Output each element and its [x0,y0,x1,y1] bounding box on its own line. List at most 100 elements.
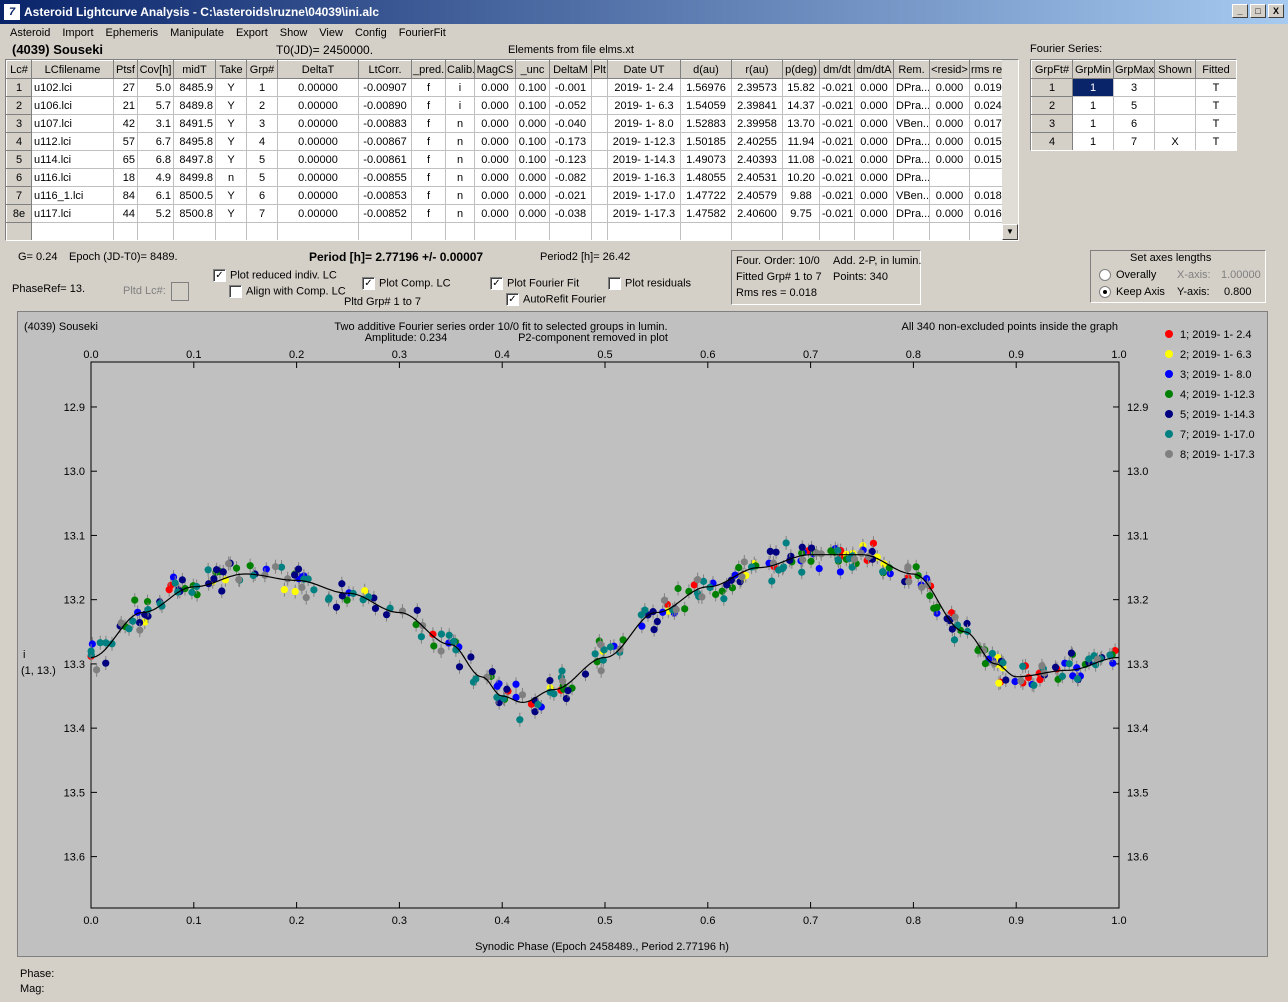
lc-table-cell[interactable]: n [445,186,475,205]
lc-table-cell[interactable]: 1.48055 [680,168,732,187]
lc-table-cell[interactable]: Y [215,78,247,97]
lc-table-cell[interactable]: 7 [6,186,32,205]
lc-table-cell[interactable]: 3 [246,114,278,133]
lc-table-cell[interactable]: 2 [246,96,278,115]
lc-table-cell[interactable] [893,222,930,240]
lc-table-cell[interactable]: -0.021 [819,204,855,223]
ft-table-cell[interactable] [1154,96,1196,115]
lc-col-header[interactable]: _unc [515,60,550,79]
lc-table-cell[interactable]: -0.021 [819,150,855,169]
lc-table-cell[interactable]: -0.052 [549,96,592,115]
ft-table-cell[interactable]: 2 [1031,96,1073,115]
lc-table-cell[interactable]: f [411,150,446,169]
lc-table-cell[interactable]: -0.021 [819,114,855,133]
plot-comp-checkbox[interactable]: ✓ Plot Comp. LC [362,277,451,290]
lc-col-header[interactable]: LCfilename [31,60,114,79]
lc-table-cell[interactable]: 0.000 [515,114,550,133]
lc-table-cell[interactable]: 0.019 [969,78,1007,97]
lc-table-cell[interactable] [31,222,114,240]
lc-table-cell[interactable]: f [411,204,446,223]
lc-col-header[interactable]: Plt [591,60,608,79]
lc-table-cell[interactable]: f [411,168,446,187]
menu-config[interactable]: Config [349,27,393,39]
lc-table-cell[interactable]: 5 [246,150,278,169]
lc-table-cell[interactable]: 0.000 [929,204,970,223]
lc-table-cell[interactable]: 0.100 [515,96,550,115]
menu-fourierfit[interactable]: FourierFit [393,27,452,39]
lc-table-cell[interactable]: u116.lci [31,168,114,187]
lc-table-cell[interactable]: i [445,96,475,115]
lc-table-cell[interactable]: 1.52883 [680,114,732,133]
ft-table-cell[interactable]: 4 [1031,132,1073,150]
lc-table-cell[interactable]: 5.2 [137,204,174,223]
lc-table-cell[interactable] [969,222,1007,240]
lc-table-cell[interactable]: -0.021 [819,168,855,187]
lc-col-header[interactable]: midT [173,60,216,79]
plot-fourier-checkbox[interactable]: ✓ Plot Fourier Fit [490,277,579,290]
lc-table-cell[interactable]: 2.40579 [731,186,783,205]
lc-table-cell[interactable]: -0.00855 [358,168,412,187]
lc-table-cell[interactable]: 9.75 [782,204,820,223]
lc-table-cell[interactable]: n [445,132,475,151]
lc-col-header[interactable]: _pred. [411,60,446,79]
lc-table-cell[interactable]: 9.88 [782,186,820,205]
lc-table-cell[interactable] [591,96,608,115]
pltd-lc-spinner[interactable] [171,282,189,301]
lc-table-cell[interactable]: -0.082 [549,168,592,187]
lc-table-cell[interactable]: -0.021 [819,186,855,205]
lc-col-header[interactable]: MagCS [474,60,516,79]
lc-col-header[interactable]: d(au) [680,60,732,79]
lc-col-header[interactable]: Ptsf [113,60,138,79]
overally-radio[interactable]: Overally [1099,269,1156,282]
lc-table-cell[interactable] [607,222,681,240]
lc-table-cell[interactable]: 1.47722 [680,186,732,205]
lc-table-cell[interactable]: 4 [6,132,32,151]
ft-table-cell[interactable]: 3 [1113,78,1155,97]
lc-table-cell[interactable]: -0.00852 [358,204,412,223]
ft-table-cell[interactable]: 3 [1031,114,1073,133]
lc-table-cell[interactable]: 2019- 1-17.0 [607,186,681,205]
lc-table-cell[interactable]: Y [215,186,247,205]
lc-table-cell[interactable]: 1.56976 [680,78,732,97]
ft-table-cell[interactable]: X [1154,132,1196,150]
lc-table-cell[interactable]: u102.lci [31,78,114,97]
lc-table-cell[interactable]: -0.021 [549,186,592,205]
lc-table-cell[interactable]: 8489.8 [173,96,216,115]
lc-table-cell[interactable]: 10.20 [782,168,820,187]
align-comp-checkbox[interactable]: Align with Comp. LC [229,285,346,298]
scroll-down-arrow-icon[interactable]: ▼ [1002,224,1018,240]
lc-table-cell[interactable] [591,168,608,187]
lc-table-cell[interactable] [549,222,592,240]
lc-table-cell[interactable]: DPra... [893,78,930,97]
lc-table-cell[interactable]: n [215,168,247,187]
lc-table-row[interactable]: 7 u116_1.lci 84 6.1 8500.5 Y 6 0.00000 -0.00853 f… [6,186,1007,205]
lc-table-cell[interactable]: 0.000 [854,78,894,97]
lc-table-cell[interactable]: 0.000 [854,114,894,133]
lc-table-cell[interactable]: 5.0 [137,78,174,97]
lc-col-header[interactable]: DeltaM [549,60,592,79]
lc-table-cell[interactable]: n [445,168,475,187]
lc-table-cell[interactable]: 5.7 [137,96,174,115]
lc-table-cell[interactable]: 0.015 [969,150,1007,169]
lc-table-cell[interactable]: 18 [113,168,138,187]
lc-table-cell[interactable]: 2.40255 [731,132,783,151]
lc-table-cell[interactable]: -0.021 [819,78,855,97]
ft-table-cell[interactable]: T [1195,96,1236,115]
lc-table-cell[interactable]: -0.021 [819,96,855,115]
lc-table-cell[interactable]: 0.018 [969,186,1007,205]
lc-table-cell[interactable]: 0.00000 [277,186,359,205]
lc-table-cell[interactable]: -0.173 [549,132,592,151]
lc-table-cell[interactable]: -0.021 [819,132,855,151]
lc-table-cell[interactable]: 0.000 [515,204,550,223]
lc-table-cell[interactable]: 0.000 [474,204,516,223]
lc-table-cell[interactable]: 6 [6,168,32,187]
lc-table-cell[interactable] [173,222,216,240]
lc-table-cell[interactable]: 5 [246,168,278,187]
lc-table-cell[interactable]: Y [215,114,247,133]
ft-table-cell[interactable]: 6 [1113,114,1155,133]
lc-table-cell[interactable]: f [411,132,446,151]
lc-table-cell[interactable]: 7 [246,204,278,223]
menu-import[interactable]: Import [56,27,99,39]
lc-table-cell[interactable]: 2.40600 [731,204,783,223]
lc-table-cell[interactable]: 11.08 [782,150,820,169]
